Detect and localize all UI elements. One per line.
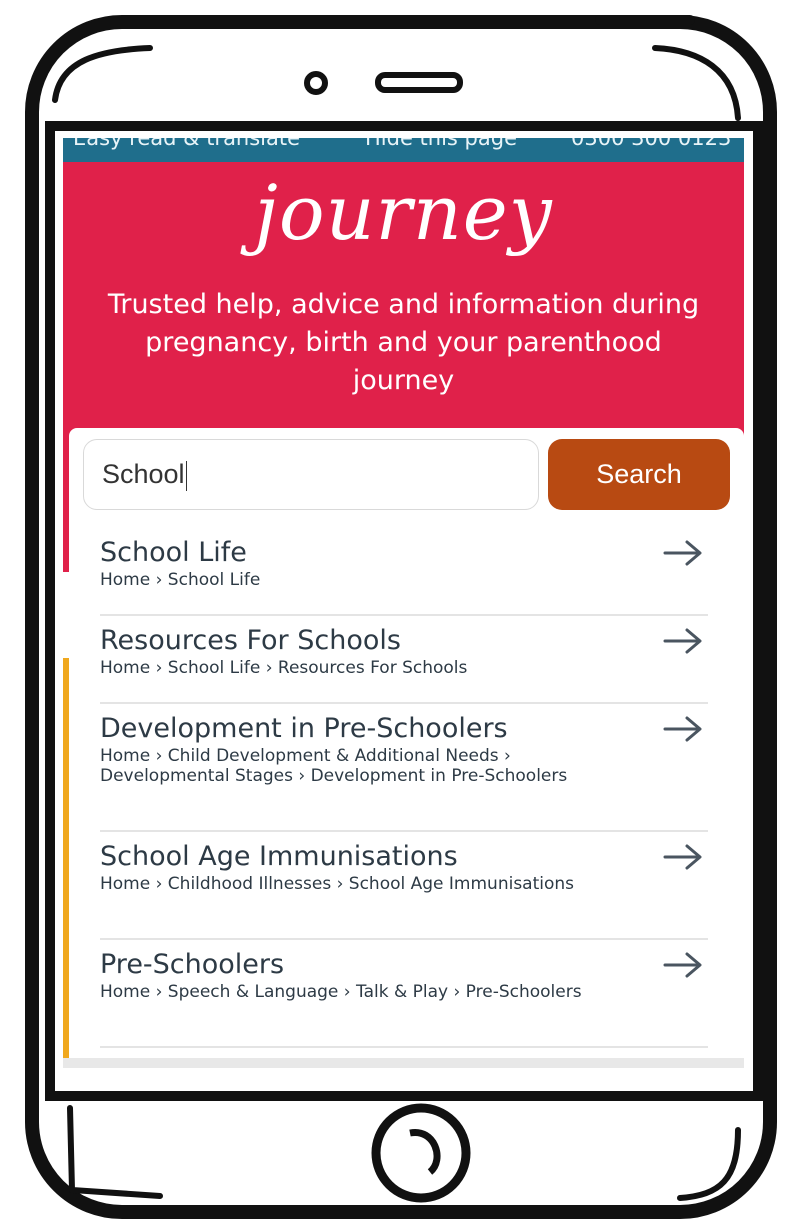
home-button-icon <box>371 1103 471 1203</box>
result-item[interactable]: School Life Home › School Life <box>100 528 708 616</box>
easy-read-link[interactable]: Easy read & translate <box>73 138 300 150</box>
hide-page-link[interactable]: Hide this page <box>365 138 517 150</box>
result-item[interactable]: School Age Immunisations Home › Childhoo… <box>100 832 708 940</box>
result-breadcrumb: Home › School Life › Resources For Schoo… <box>100 658 468 678</box>
search-input-value: School <box>102 459 185 489</box>
phone-number-link[interactable]: 0300 300 0123 <box>571 138 731 150</box>
arrow-right-icon[interactable] <box>663 628 703 654</box>
result-breadcrumb: Home › Childhood Illnesses › School Age … <box>100 874 575 894</box>
speaker-icon <box>375 72 463 93</box>
search-button[interactable]: Search <box>548 439 730 510</box>
result-breadcrumb: Home › Child Development & Additional Ne… <box>100 746 568 786</box>
search-results: School Life Home › School Life Resources… <box>100 528 708 1048</box>
search-input[interactable]: School <box>83 439 539 510</box>
arrow-right-icon[interactable] <box>663 540 703 566</box>
arrow-right-icon[interactable] <box>663 716 703 742</box>
result-title[interactable]: Pre-Schoolers <box>100 940 708 982</box>
result-title[interactable]: Development in Pre-Schoolers <box>100 704 708 746</box>
tagline: Trusted help, advice and information dur… <box>107 289 700 396</box>
result-item[interactable]: Resources For Schools Home › School Life… <box>100 616 708 704</box>
result-title[interactable]: Resources For Schools <box>100 616 708 658</box>
horizontal-scrollbar[interactable] <box>63 1058 744 1068</box>
arrow-right-icon[interactable] <box>663 844 703 870</box>
result-title[interactable]: School Life <box>100 528 708 570</box>
arrow-right-icon[interactable] <box>663 952 703 978</box>
camera-icon <box>304 71 328 95</box>
site-logo[interactable]: journey <box>63 168 744 258</box>
utility-bar: Easy read & translate Hide this page 030… <box>63 138 744 162</box>
result-breadcrumb: Home › Speech & Language › Talk & Play ›… <box>100 982 582 1002</box>
phone-screen: Easy read & translate Hide this page 030… <box>63 138 744 1068</box>
search-panel: School Search School Life Home › School … <box>69 428 744 1068</box>
text-cursor <box>185 460 187 491</box>
result-title[interactable]: School Age Immunisations <box>100 832 708 874</box>
result-item[interactable]: Development in Pre-Schoolers Home › Chil… <box>100 704 708 832</box>
result-breadcrumb: Home › School Life <box>100 570 261 590</box>
result-item[interactable]: Pre-Schoolers Home › Speech & Language ›… <box>100 940 708 1048</box>
